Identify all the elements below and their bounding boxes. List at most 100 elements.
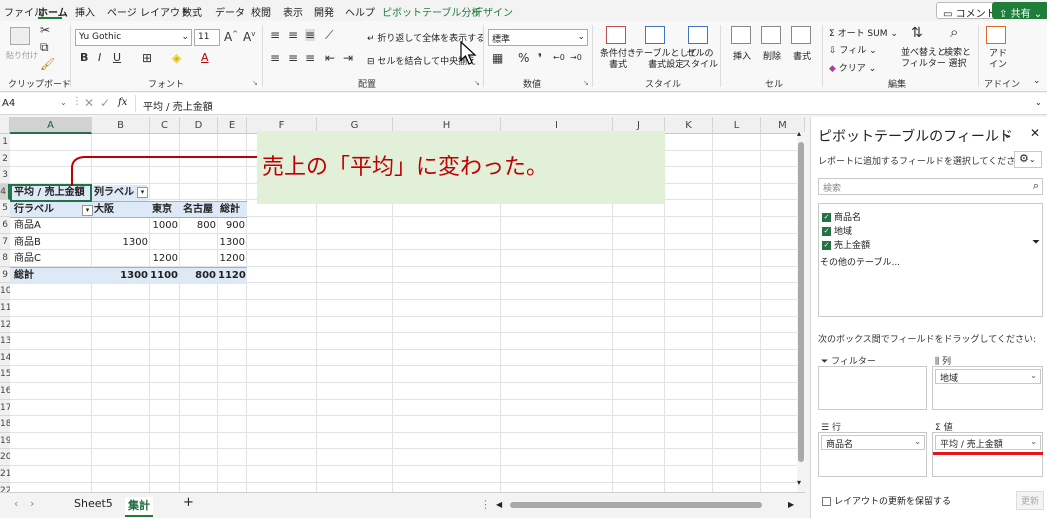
align-center-icon[interactable]: ≡ [288,52,298,64]
checkbox-checked-icon[interactable]: ✓ [822,241,831,250]
scroll-down-icon[interactable]: ▾ [797,478,801,487]
cut-icon[interactable]: ✂ [40,24,50,36]
vertical-scrollbar[interactable]: ▴ ▾ [797,129,805,492]
pane-settings-button[interactable]: ⚙⌄ [1014,151,1042,168]
scroll-left-icon[interactable]: ◀ [496,500,502,509]
italic-icon[interactable]: I [98,52,101,63]
pivot-value-cell[interactable] [180,235,216,251]
increase-indent-icon[interactable]: ⇥ [343,52,353,64]
tab-page-layout[interactable]: ページ レイアウト [107,4,190,19]
defer-update-checkbox[interactable]: レイアウトの更新を保留する [822,494,951,507]
row-header[interactable]: 5 [0,200,10,217]
row-header[interactable]: 11 [0,300,10,317]
prev-sheet-icon[interactable]: ‹ [14,497,18,510]
row-header[interactable]: 15 [0,366,10,383]
delete-cells-icon[interactable] [761,26,781,44]
borders-icon[interactable]: ⊞ [142,52,152,64]
delete-cells-label[interactable]: 削除 [763,49,781,62]
tab-insert[interactable]: 挿入 [75,4,95,19]
field-item[interactable]: ✓ 売上金額 [822,238,870,251]
autosum-button[interactable]: Σ オート SUM ⌄ [829,26,898,39]
update-button[interactable]: 更新 [1016,491,1045,510]
collapse-ribbon-icon[interactable]: ⌄ [1033,77,1041,86]
tab-developer[interactable]: 開発 [314,4,334,19]
paste-icon[interactable] [10,27,30,45]
align-right-icon[interactable]: ≡ [305,52,315,64]
tab-help[interactable]: ヘルプ [345,4,375,19]
bold-icon[interactable]: B [80,52,88,63]
filter-dropdown-icon[interactable]: ▾ [82,205,93,216]
column-header[interactable]: E [218,117,247,134]
pivot-value-cell[interactable]: 1300 [218,235,245,251]
number-format-select[interactable]: 標準 ⌄ [488,29,588,46]
format-painter-icon[interactable]: 🖌 [40,58,55,70]
field-item[interactable]: ✓ 商品名 [822,210,861,223]
cell-styles-label[interactable]: セルの スタイル [682,49,718,71]
pivot-value-cell[interactable] [92,251,148,267]
row-header[interactable]: 10 [0,283,10,300]
expand-formula-icon[interactable]: ⌄ [1035,98,1042,107]
row-header[interactable]: 20 [0,449,10,466]
align-top-icon[interactable]: ≡ [270,29,280,41]
row-header[interactable]: 13 [0,333,10,350]
column-header[interactable]: B [92,117,150,134]
decrease-font-icon[interactable]: Av [243,31,255,44]
name-box[interactable]: A4 [2,98,15,109]
pivot-value-cell[interactable] [92,218,148,234]
column-header[interactable]: A [10,117,92,134]
pivot-value-cell[interactable]: 1000 [150,218,178,234]
increase-font-icon[interactable]: A^ [224,31,238,44]
column-header[interactable]: L [713,117,761,134]
tab-review[interactable]: 校閲 [251,4,271,19]
insert-function-icon[interactable]: fx [118,97,127,108]
row-header[interactable]: 1 [0,134,10,151]
sort-filter-icon[interactable]: ⇅ [911,26,923,40]
cancel-icon[interactable]: ✕ [84,96,94,110]
pivot-grand-total-label[interactable]: 総計 [14,268,34,284]
cell-styles-icon[interactable] [688,26,708,44]
sheet-tab-sheet5[interactable]: Sheet5 [74,497,113,510]
pivot-row-label[interactable]: 商品C [14,251,41,267]
row-header[interactable]: 17 [0,399,10,417]
font-color-icon[interactable]: A [201,52,209,63]
enter-icon[interactable]: ✓ [100,96,110,110]
align-bottom-icon[interactable]: ≡ [305,29,316,41]
row-header[interactable]: 22 [0,482,10,492]
row-header[interactable]: 8 [0,250,10,267]
addins-label[interactable]: アド イン [989,49,1007,71]
scrollbar-thumb[interactable] [798,142,804,462]
formula-input[interactable]: 平均 / 売上金額 [143,98,213,113]
conditional-formatting-label[interactable]: 条件付き 書式 [600,49,636,71]
checkbox-checked-icon[interactable]: ✓ [822,213,831,222]
search-icon[interactable]: ⌕ [950,25,958,40]
column-header[interactable]: C [150,117,180,134]
percent-icon[interactable]: % [518,52,529,64]
pivot-value-cell[interactable]: 1200 [150,251,178,267]
orientation-icon[interactable]: ⟋ [325,29,333,41]
fill-color-icon[interactable]: ◈ [172,52,181,64]
align-middle-icon[interactable]: ≡ [288,29,298,41]
filter-icon[interactable]: ⏷ [1032,237,1040,248]
row-header[interactable]: 3 [0,167,10,184]
pivot-total-cell[interactable]: 1120 [218,268,246,284]
share-button[interactable]: ⇪ 共有 ⌄ [992,2,1047,20]
row-header[interactable]: 12 [0,316,10,334]
values-area-item[interactable]: 平均 / 売上金額 ⌄ [935,435,1041,450]
checkbox-checked-icon[interactable]: ✓ [822,227,831,236]
decrease-indent-icon[interactable]: ⇤ [325,52,335,64]
column-header[interactable]: K [665,117,713,134]
fill-button[interactable]: ⇩ フィル ⌄ [829,43,877,56]
close-icon[interactable]: ✕ [1030,126,1040,140]
next-sheet-icon[interactable]: › [30,497,34,510]
field-item[interactable]: ✓ 地域 [822,224,852,237]
launcher-icon[interactable]: ↘ [252,79,258,87]
pivot-value-cell[interactable] [150,235,178,251]
pivot-value-cell[interactable]: 900 [218,218,245,234]
decrease-decimal-icon[interactable]: →0 [570,54,582,62]
pivot-total-cell[interactable]: 1100 [150,268,178,284]
tab-data[interactable]: データ [215,4,245,19]
scroll-right-icon[interactable]: ▶ [788,500,794,509]
pivot-value-cell[interactable]: 1300 [92,235,148,251]
pivot-row-label[interactable]: 商品A [14,218,41,234]
row-header[interactable]: 9 [0,266,10,284]
